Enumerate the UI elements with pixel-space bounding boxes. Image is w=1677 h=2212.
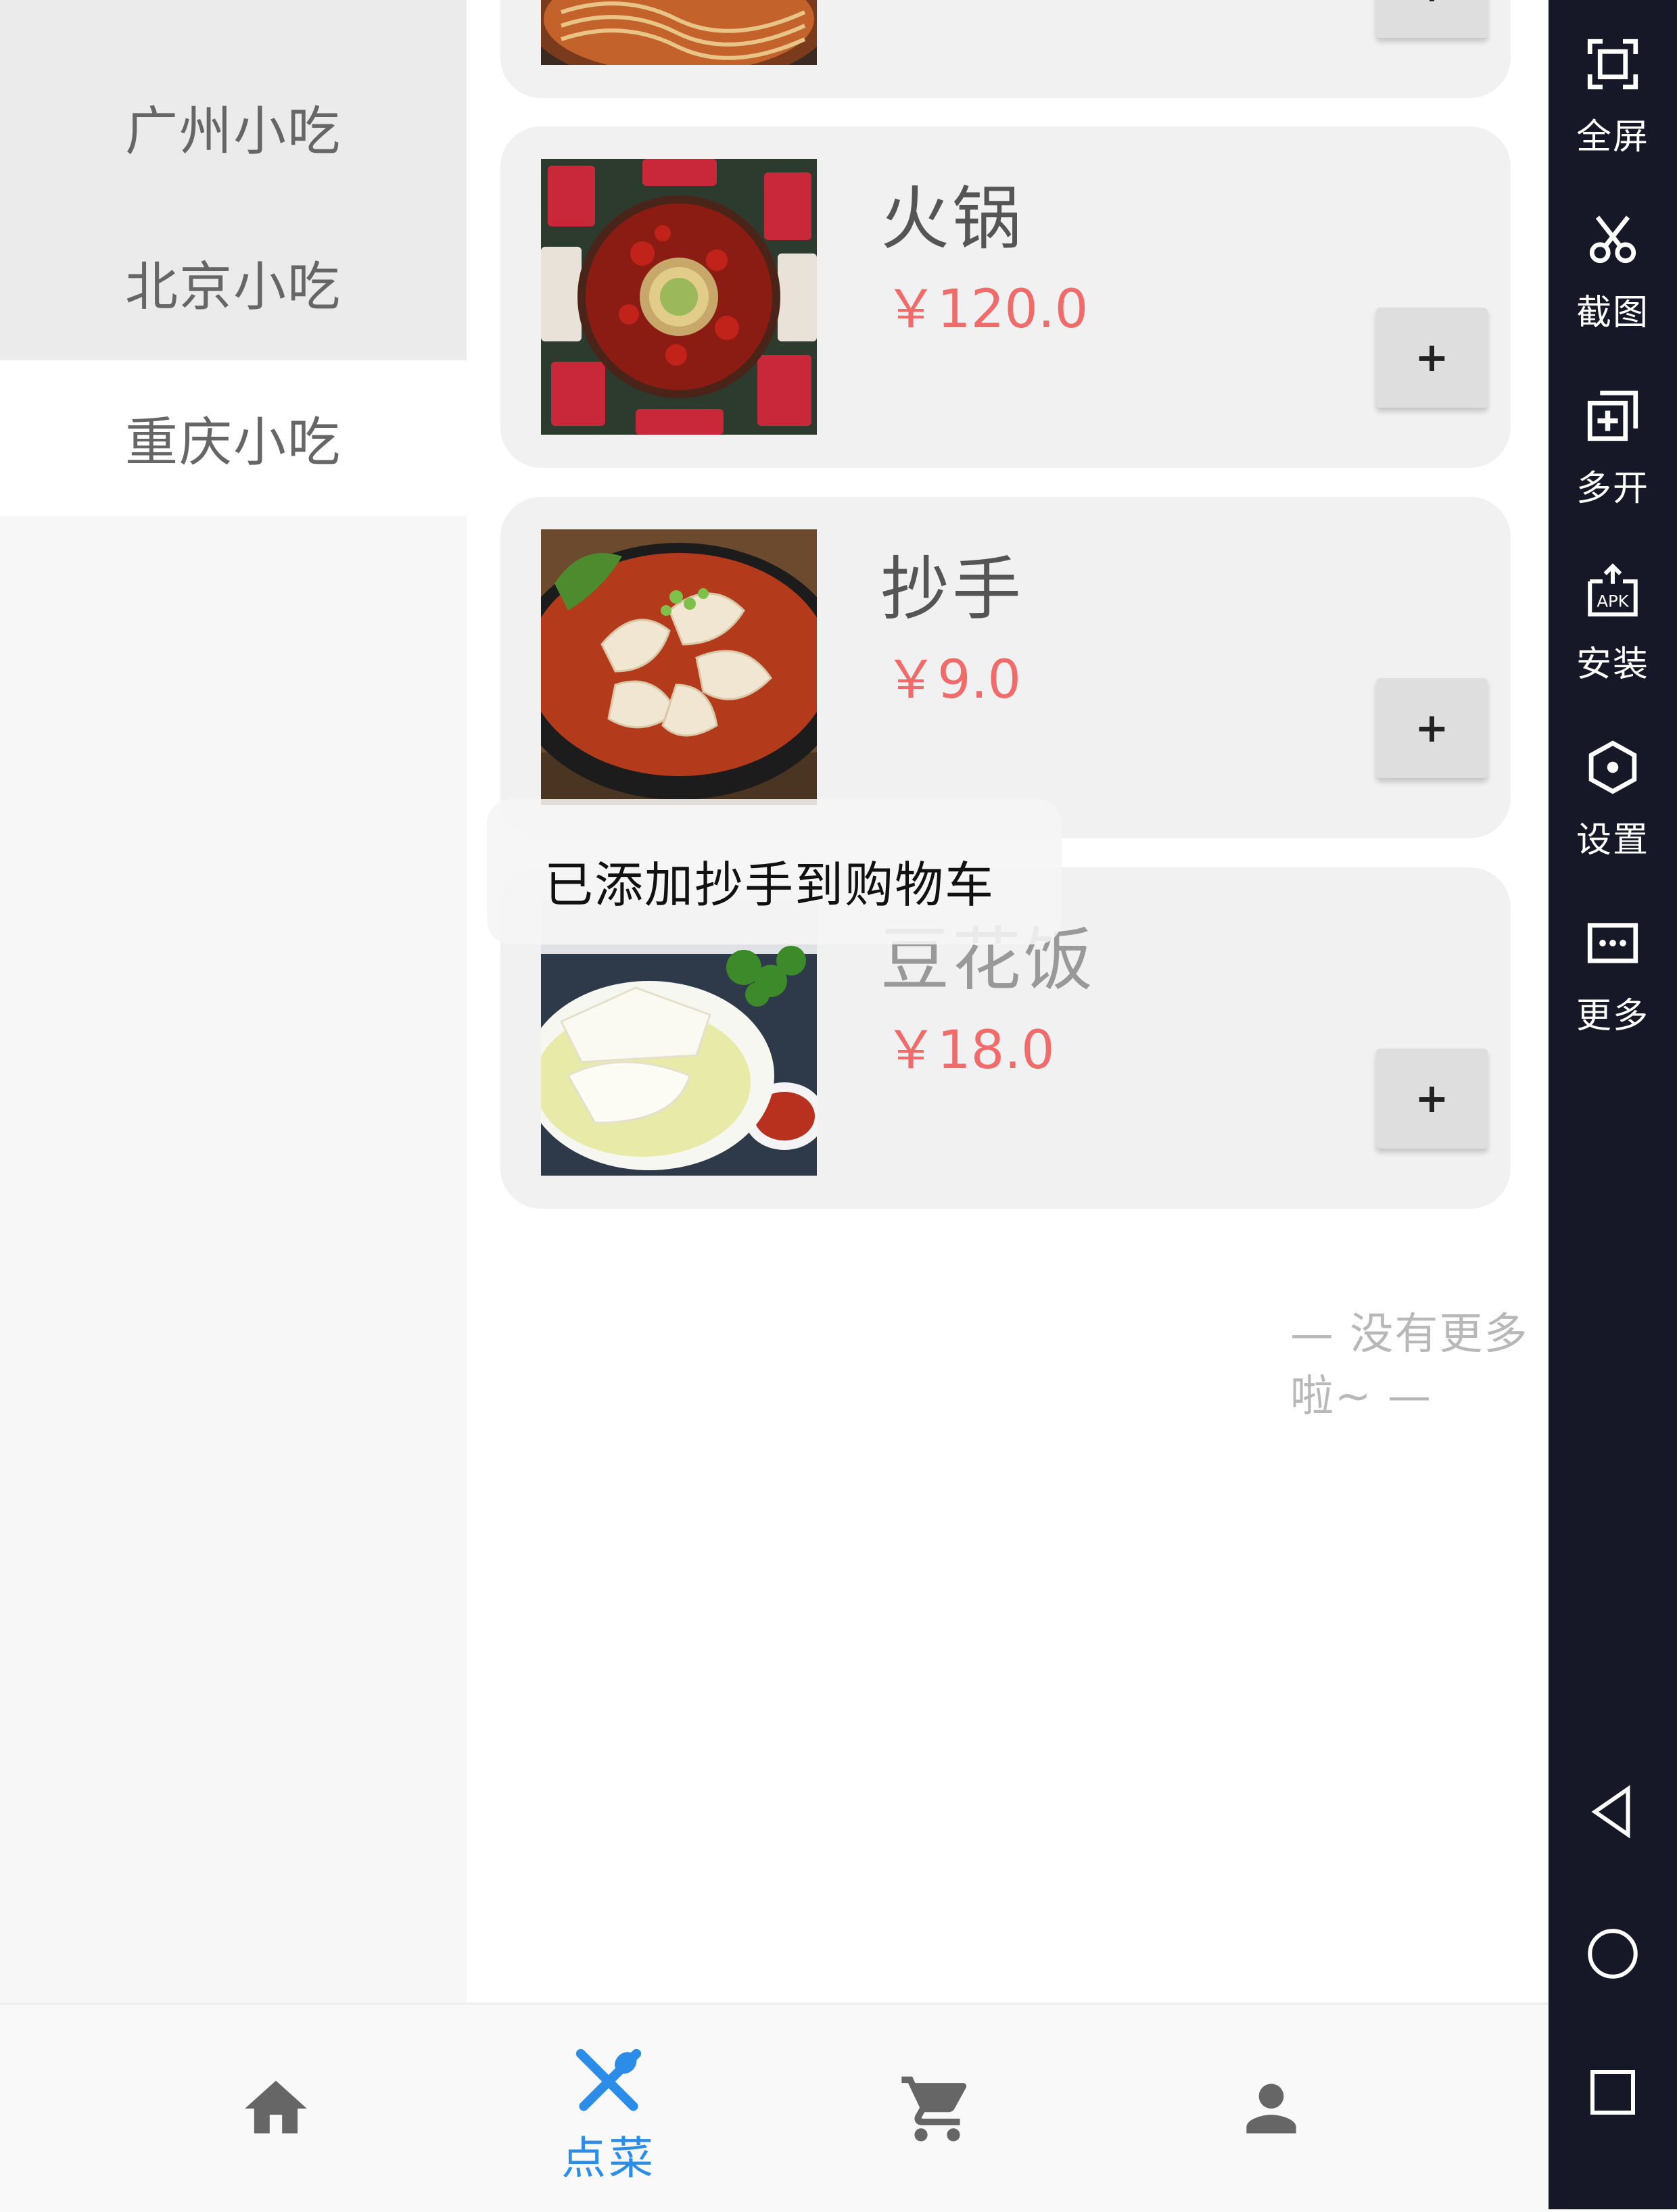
category-item-chongqing[interactable]: 重庆小吃 xyxy=(0,360,467,516)
category-sidebar: 广州小吃 北京小吃 重庆小吃 xyxy=(0,0,467,2002)
wonton-photo xyxy=(541,529,817,805)
person-icon xyxy=(1246,2084,1296,2134)
dish-name: 抄手 xyxy=(880,550,1024,630)
category-sidebar-top-filler xyxy=(0,0,467,49)
apk-install-icon: APK xyxy=(1588,563,1638,617)
tool-screenshot[interactable]: 截图 xyxy=(1549,210,1677,372)
svg-text:APK: APK xyxy=(1597,592,1629,611)
settings-icon xyxy=(1588,740,1637,794)
dish-card: + xyxy=(500,0,1511,98)
add-to-cart-button[interactable]: + xyxy=(1376,308,1488,408)
tool-multi-open[interactable]: 多开 xyxy=(1549,385,1677,548)
dish-price: ￥120.0 xyxy=(884,279,1089,340)
noodles-photo xyxy=(541,0,817,65)
recents-icon xyxy=(1590,2070,1635,2115)
dish-price: ￥9.0 xyxy=(884,650,1022,711)
nav-home[interactable] xyxy=(174,2005,377,2212)
dish-card: 火锅 ￥120.0 + xyxy=(500,126,1511,468)
tool-label: 更多 xyxy=(1576,996,1649,1036)
system-home-button[interactable] xyxy=(1549,1923,1677,2011)
tool-label: 安装 xyxy=(1576,644,1649,685)
tool-label: 全屏 xyxy=(1576,117,1649,158)
bottom-navigation: 点菜 xyxy=(0,2002,1549,2212)
back-icon xyxy=(1591,1785,1630,1839)
nav-order-label: 点菜 xyxy=(561,2132,656,2184)
emulator-toolbar: 全屏 截图 多开 APK 安装 设置 更多 xyxy=(1549,0,1677,2209)
tool-label: 截图 xyxy=(1576,293,1649,333)
multi-open-icon xyxy=(1587,390,1638,441)
dish-list[interactable]: + xyxy=(467,0,1549,2002)
tool-label: 设置 xyxy=(1576,820,1649,861)
tool-settings[interactable]: 设置 xyxy=(1549,737,1677,899)
home-icon xyxy=(245,2080,307,2134)
tool-fullscreen[interactable]: 全屏 xyxy=(1549,34,1677,196)
category-item-beijing[interactable]: 北京小吃 xyxy=(0,205,467,360)
category-label: 广州小吃 xyxy=(125,101,342,162)
toast-notification: 已添加抄手到购物车 xyxy=(487,799,1062,944)
list-end-text: — 没有更多啦~ — xyxy=(1290,1309,1529,1422)
add-to-cart-button[interactable]: + xyxy=(1376,678,1488,778)
tool-label: 多开 xyxy=(1576,468,1649,509)
dish-price: ￥18.0 xyxy=(884,1020,1055,1081)
dish-card: 抄手 ￥9.0 + xyxy=(500,497,1511,838)
system-recents-button[interactable] xyxy=(1549,2062,1677,2150)
scissors-icon xyxy=(1589,216,1636,264)
toast-message: 已添加抄手到购物车 xyxy=(544,857,995,913)
nav-cart[interactable] xyxy=(836,2005,1039,2212)
tool-more[interactable]: 更多 xyxy=(1549,913,1677,1075)
home-circle-icon xyxy=(1588,1929,1638,1979)
nav-order[interactable]: 点菜 xyxy=(507,2005,710,2212)
tool-install-apk[interactable]: APK 安装 xyxy=(1549,561,1677,723)
utensils-icon xyxy=(575,2048,642,2111)
category-label: 北京小吃 xyxy=(125,257,342,318)
system-back-button[interactable] xyxy=(1549,1781,1677,1869)
dish-name: 火锅 xyxy=(880,179,1024,260)
hotpot-photo xyxy=(541,159,817,435)
add-to-cart-button[interactable]: + xyxy=(1376,1049,1488,1149)
category-label: 重庆小吃 xyxy=(125,412,342,473)
nav-profile[interactable] xyxy=(1170,2005,1373,2212)
add-to-cart-button[interactable]: + xyxy=(1376,0,1488,38)
more-icon xyxy=(1587,923,1638,963)
category-item-guangzhou[interactable]: 广州小吃 xyxy=(0,49,467,205)
cart-icon xyxy=(901,2076,967,2142)
fullscreen-icon xyxy=(1587,39,1638,90)
